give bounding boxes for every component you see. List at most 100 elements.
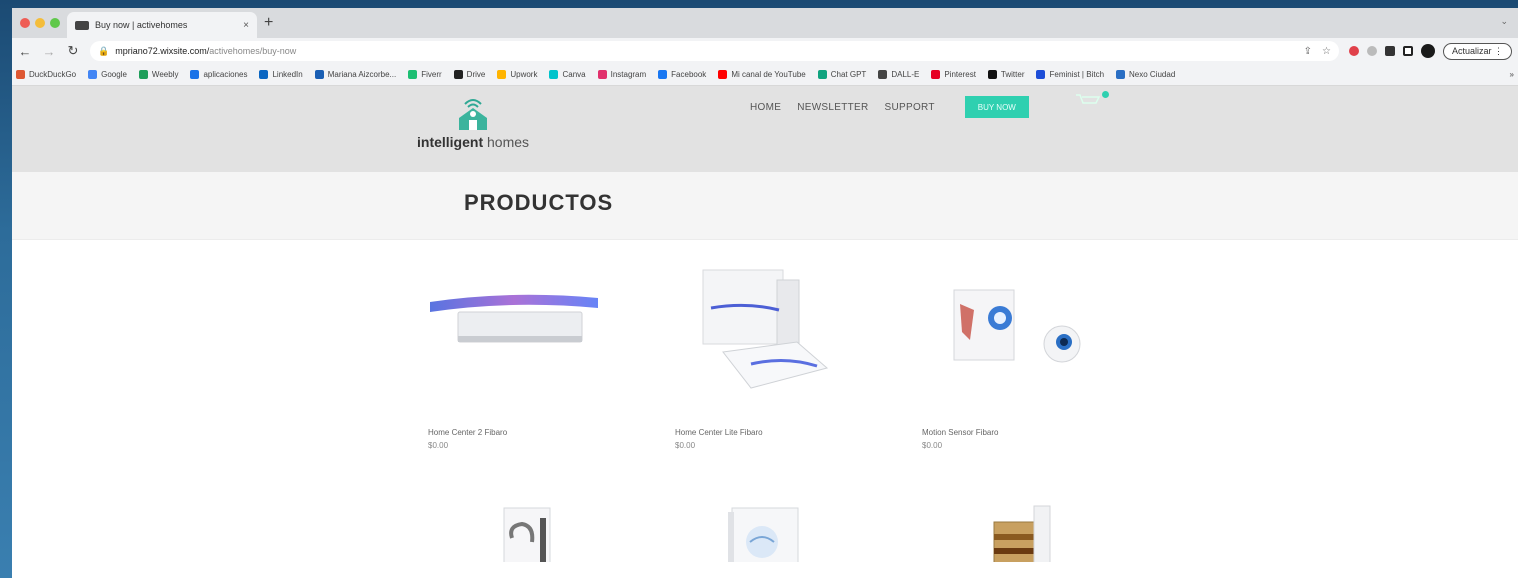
bookmark-item[interactable]: Upwork	[497, 70, 537, 79]
nav-home[interactable]: HOME	[750, 102, 781, 113]
product-card[interactable]: Home Center 2 Fibaro $0.00	[420, 260, 600, 450]
bookmark-favicon-icon	[259, 70, 269, 79]
bookmark-item[interactable]: Facebook	[658, 70, 706, 79]
close-window-button[interactable]	[20, 18, 30, 28]
site-nav: HOME NEWSLETTER SUPPORT BUY NOW	[750, 96, 1029, 118]
bookmark-favicon-icon	[138, 70, 148, 79]
reload-icon[interactable]: ↻	[66, 43, 80, 59]
product-image[interactable]	[712, 502, 892, 569]
bookmark-label: Pinterest	[944, 70, 976, 79]
product-name[interactable]: Home Center 2 Fibaro	[428, 428, 600, 437]
new-tab-button[interactable]: +	[264, 14, 273, 32]
product-image[interactable]	[972, 502, 1152, 569]
omnibox-actions: ⇪ ☆	[1304, 46, 1331, 57]
buy-now-button[interactable]: BUY NOW	[964, 96, 1029, 118]
sidepanel-icon[interactable]	[1402, 46, 1413, 56]
bookmark-item[interactable]: aplicaciones	[190, 70, 247, 79]
bookmark-label: Drive	[466, 70, 486, 79]
product-name[interactable]: Motion Sensor Fibaro	[922, 428, 1094, 437]
bookmark-favicon-icon	[549, 70, 559, 79]
address-bar[interactable]: 🔒 mpriano72.wixsite.com/ activehomes/buy…	[90, 41, 1339, 61]
bookmark-item[interactable]: LinkedIn	[259, 70, 303, 79]
browser-toolbar: ← → ↻ 🔒 mpriano72.wixsite.com/ activehom…	[12, 38, 1518, 64]
product-price: $0.00	[675, 441, 696, 450]
bookmark-favicon-icon	[931, 70, 941, 79]
site-header: intelligent homes HOME NEWSLETTER SUPPOR…	[12, 86, 1518, 172]
bookmarks-overflow-icon[interactable]: »	[1510, 70, 1514, 79]
extension-red-icon[interactable]	[1348, 46, 1359, 56]
share-icon[interactable]: ⇪	[1304, 46, 1312, 57]
bookmark-item[interactable]: Instagram	[597, 70, 646, 79]
bookmark-item[interactable]: Google	[88, 70, 127, 79]
bookmark-item[interactable]: Fiverr	[408, 70, 442, 79]
bookmark-item[interactable]: DuckDuckGo	[16, 70, 76, 79]
bookmark-label: Nexo Ciudad	[1129, 70, 1176, 79]
bookmark-favicon-icon	[987, 70, 997, 79]
extensions-bar: Actualizar ⋮	[1348, 42, 1512, 60]
product-price: $0.00	[922, 441, 943, 450]
update-button[interactable]: Actualizar ⋮	[1442, 42, 1512, 60]
back-icon[interactable]: ←	[18, 44, 32, 59]
product-card[interactable]	[482, 502, 662, 569]
bookmark-label: Facebook	[671, 70, 707, 79]
tab-strip: Buy now | activehomes × + ⌄	[12, 8, 1518, 38]
bookmark-label: Feminist | Bitch	[1049, 70, 1105, 79]
bookmark-label: aplicaciones	[203, 70, 248, 79]
product-card[interactable]	[712, 502, 892, 569]
bookmark-item[interactable]: Feminist | Bitch	[1036, 70, 1104, 79]
bookmarks-bar: DuckDuckGo Google Weebly aplicaciones Linked…	[12, 64, 1518, 86]
bookmark-star-icon[interactable]: ☆	[1322, 46, 1331, 57]
bookmark-item[interactable]: Canva	[549, 70, 586, 79]
site-logo[interactable]: intelligent homes	[417, 92, 529, 150]
tab-close-icon[interactable]: ×	[243, 20, 249, 31]
bookmark-item[interactable]: Chat GPT	[817, 70, 867, 79]
nav-support[interactable]: SUPPORT	[885, 102, 935, 113]
maximize-window-button[interactable]	[50, 18, 60, 28]
bookmark-favicon-icon	[190, 70, 200, 79]
product-card[interactable]: Motion Sensor Fibaro $0.00	[914, 260, 1094, 450]
tab-title: Buy now | activehomes	[95, 20, 188, 30]
product-card[interactable]: Home Center Lite Fibaro $0.00	[667, 260, 847, 450]
page-title: PRODUCTOS	[464, 190, 614, 215]
lock-icon: 🔒	[98, 45, 110, 56]
bookmark-item[interactable]: Mi canal de YouTube	[718, 70, 806, 79]
cart-icon[interactable]	[1074, 92, 1102, 111]
bookmark-label: DALL-E	[891, 70, 920, 79]
product-name[interactable]: Home Center Lite Fibaro	[675, 428, 847, 437]
profile-avatar[interactable]	[1420, 44, 1435, 58]
bookmark-label: Mi canal de YouTube	[731, 70, 806, 79]
browser-tab[interactable]: Buy now | activehomes ×	[67, 12, 257, 38]
forward-icon[interactable]: →	[42, 44, 56, 59]
bookmark-item[interactable]: Twitter	[987, 70, 1024, 79]
bookmark-label: Chat GPT	[830, 70, 867, 79]
bookmark-item[interactable]: Mariana Aizcorbe...	[314, 70, 397, 79]
logo-text: intelligent homes	[417, 134, 530, 150]
nav-newsletter[interactable]: NEWSLETTER	[797, 102, 868, 113]
bookmark-item[interactable]: Nexo Ciudad	[1116, 70, 1175, 79]
product-image[interactable]	[667, 260, 847, 410]
bookmark-label: Mariana Aizcorbe...	[327, 70, 397, 79]
extensions-puzzle-icon[interactable]	[1384, 46, 1395, 56]
product-image[interactable]	[420, 260, 600, 410]
product-image[interactable]	[914, 260, 1094, 410]
bookmark-favicon-icon	[88, 70, 98, 79]
page-title-strip: PRODUCTOS	[12, 172, 1518, 240]
bookmark-item[interactable]: Weebly	[138, 70, 179, 79]
bookmark-item[interactable]: DALL-E	[878, 70, 919, 79]
bookmark-item[interactable]: Pinterest	[931, 70, 976, 79]
tab-search-icon[interactable]: ⌄	[1500, 16, 1508, 27]
product-grid: Home Center 2 Fibaro $0.00 Home Center L…	[12, 240, 1518, 578]
product-image[interactable]	[482, 502, 662, 569]
bookmark-label: Weebly	[151, 70, 179, 79]
bookmark-favicon-icon	[597, 70, 607, 79]
minimize-window-button[interactable]	[35, 18, 45, 28]
url-host: mpriano72.wixsite.com/	[115, 46, 210, 56]
cart-badge	[1102, 91, 1109, 98]
extension-grey-icon[interactable]	[1366, 46, 1377, 56]
bookmark-label: LinkedIn	[272, 70, 303, 79]
bookmark-favicon-icon	[408, 70, 418, 79]
bookmark-favicon-icon	[878, 70, 888, 79]
product-card[interactable]	[972, 502, 1152, 569]
bookmark-favicon-icon	[314, 70, 324, 79]
bookmark-item[interactable]: Drive	[453, 70, 486, 79]
